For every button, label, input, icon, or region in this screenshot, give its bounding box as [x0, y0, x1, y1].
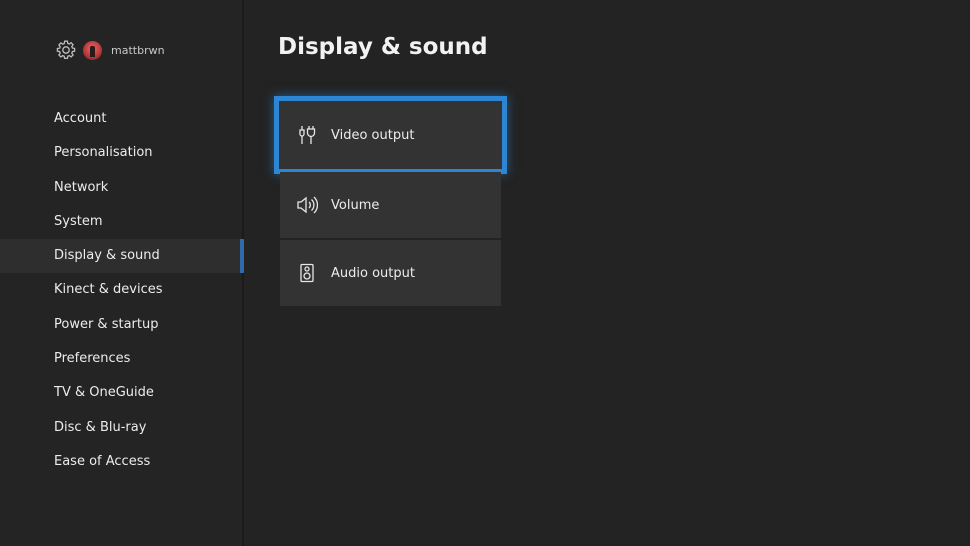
- nav-item-display-sound[interactable]: Display & sound: [0, 239, 244, 274]
- profile-bar: mattbrwn: [55, 38, 165, 62]
- speaker-box-icon: [296, 262, 318, 284]
- page-title: Display & sound: [278, 34, 488, 60]
- nav-item-network[interactable]: Network: [0, 171, 244, 205]
- sidebar: mattbrwn Account Personalisation Network…: [0, 0, 244, 546]
- volume-label: Volume: [331, 197, 380, 213]
- nav-item-account[interactable]: Account: [0, 102, 244, 136]
- nav-item-preferences[interactable]: Preferences: [0, 342, 244, 376]
- nav-item-personalisation[interactable]: Personalisation: [0, 136, 244, 170]
- audio-output-tile[interactable]: Audio output: [280, 240, 501, 306]
- avatar[interactable]: [83, 40, 102, 60]
- nav-item-power-startup[interactable]: Power & startup: [0, 308, 244, 342]
- speaker-volume-icon: [296, 194, 318, 216]
- settings-app: mattbrwn Account Personalisation Network…: [0, 0, 970, 546]
- nav-item-system[interactable]: System: [0, 205, 244, 239]
- video-output-tile[interactable]: Video output: [274, 96, 507, 174]
- volume-tile[interactable]: Volume: [280, 172, 501, 238]
- nav-item-kinect-devices[interactable]: Kinect & devices: [0, 273, 244, 307]
- gear-icon[interactable]: [55, 39, 77, 61]
- nav-item-disc-bluray[interactable]: Disc & Blu-ray: [0, 411, 244, 445]
- video-output-label: Video output: [331, 127, 415, 143]
- nav-item-ease-of-access[interactable]: Ease of Access: [0, 445, 244, 479]
- profile-username[interactable]: mattbrwn: [111, 44, 165, 57]
- audio-output-label: Audio output: [331, 265, 415, 281]
- nav-item-tv-oneguide[interactable]: TV & OneGuide: [0, 376, 244, 410]
- settings-nav: Account Personalisation Network System D…: [0, 102, 244, 479]
- video-cable-icon: [296, 124, 318, 146]
